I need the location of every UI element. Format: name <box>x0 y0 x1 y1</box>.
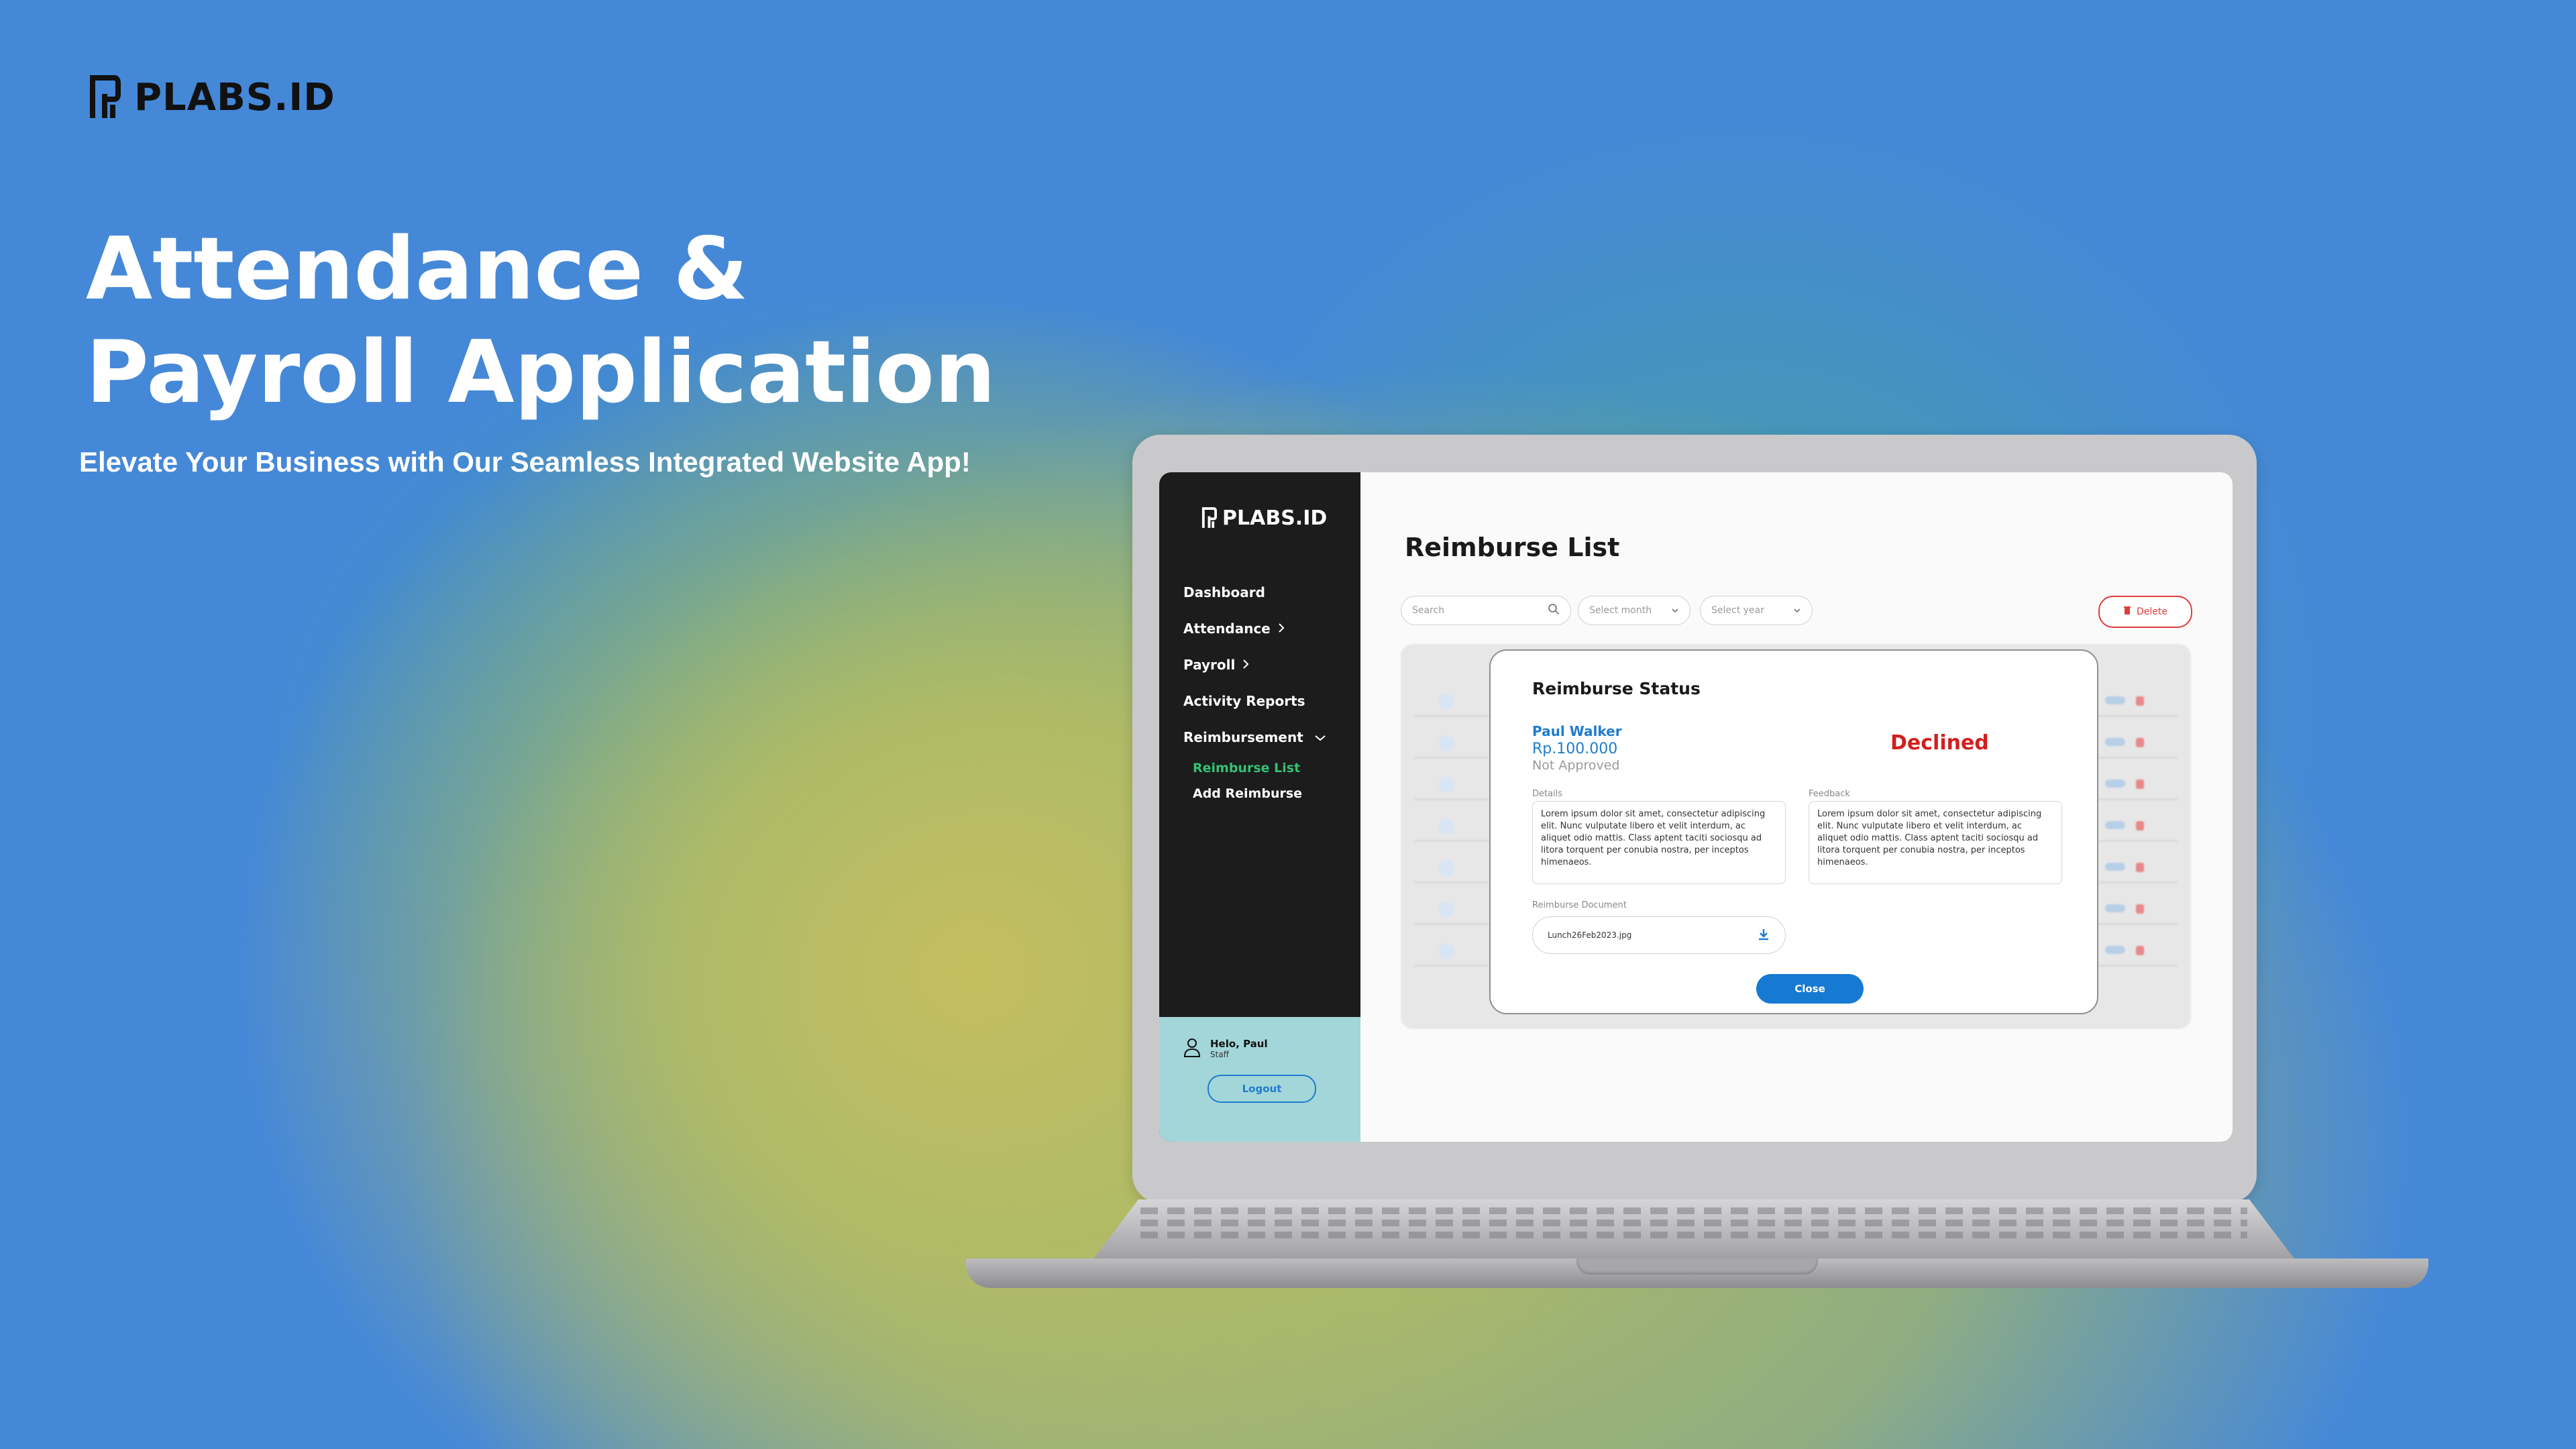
sidebar-item-label: Reimbursement <box>1183 729 1303 745</box>
keyboard-row <box>1140 1208 2247 1214</box>
approval-status: Not Approved <box>1532 758 1620 773</box>
modal-title: Reimburse Status <box>1532 679 1701 698</box>
download-icon[interactable] <box>1757 928 1770 943</box>
chevron-down-icon <box>1671 605 1679 616</box>
feedback-textarea[interactable]: Lorem ipsum dolor sit amet, consectetur … <box>1809 801 2062 884</box>
document-filename: Lunch26Feb2023.jpg <box>1548 930 1632 940</box>
sidebar-item-dashboard[interactable]: Dashboard <box>1183 574 1326 610</box>
user-icon <box>1183 1037 1201 1060</box>
sidebar-subitem-add-reimburse[interactable]: Add Reimburse <box>1183 781 1326 806</box>
search-placeholder: Search <box>1412 605 1445 616</box>
sidebar-subitem-reimburse-list[interactable]: Reimburse List <box>1183 755 1326 781</box>
delete-button[interactable]: Delete <box>2098 596 2192 628</box>
trash-icon <box>2136 904 2144 914</box>
trash-icon <box>2136 946 2144 955</box>
month-placeholder: Select month <box>1589 605 1652 616</box>
chevron-down-icon <box>1314 729 1326 745</box>
row-checkbox <box>1438 860 1454 876</box>
row-link <box>2105 821 2125 829</box>
sidebar-item-label: Activity Reports <box>1183 693 1305 709</box>
close-button[interactable]: Close <box>1756 974 1864 1004</box>
row-checkbox <box>1438 818 1454 835</box>
sidebar-item-label: Payroll <box>1183 657 1236 673</box>
hero-title-line-2: Payroll Application <box>86 323 996 423</box>
feedback-label: Feedback <box>1809 789 1850 799</box>
document-label: Reimburse Document <box>1532 900 1627 910</box>
trash-icon <box>2136 863 2144 872</box>
hero-title: Attendance & Payroll Application <box>86 218 1159 425</box>
row-link <box>2105 780 2125 788</box>
row-link <box>2105 946 2125 954</box>
user-info: Helo, Paul Staff <box>1183 1037 1268 1060</box>
reimburse-status-modal: Reimburse Status Paul Walker Rp.100.000 … <box>1489 649 2098 1014</box>
app-screen: PLABS.ID Dashboard Attendance Payroll Ac… <box>1159 472 2233 1142</box>
chevron-right-icon <box>1242 657 1250 673</box>
hero-subtitle: Elevate Your Business with Our Seamless … <box>79 446 971 478</box>
row-checkbox <box>1438 943 1454 959</box>
row-link <box>2105 696 2125 704</box>
row-checkbox <box>1438 777 1454 793</box>
search-input[interactable]: Search <box>1401 596 1571 625</box>
plabs-logo-icon <box>1201 507 1217 528</box>
page-title: Reimburse List <box>1405 533 1620 562</box>
sidebar-item-reimbursement[interactable]: Reimbursement <box>1183 719 1326 755</box>
row-link <box>2105 738 2125 746</box>
chevron-down-icon <box>1793 605 1801 616</box>
laptop-notch <box>1576 1258 1818 1275</box>
row-link <box>2105 863 2125 871</box>
status-badge: Declined <box>1890 731 1989 755</box>
year-select[interactable]: Select year <box>1700 596 1813 625</box>
chevron-right-icon <box>1277 621 1285 637</box>
sidebar-item-payroll[interactable]: Payroll <box>1183 647 1326 683</box>
details-textarea[interactable]: Lorem ipsum dolor sit amet, consectetur … <box>1532 801 1786 884</box>
brand-header: PLABS.ID <box>87 74 335 121</box>
user-greeting: Helo, Paul <box>1210 1038 1268 1050</box>
sidebar-item-label: Attendance <box>1183 621 1271 637</box>
reimburse-amount: Rp.100.000 <box>1532 741 1618 757</box>
details-label: Details <box>1532 789 1563 799</box>
employee-name: Paul Walker <box>1532 723 1622 739</box>
trash-icon <box>2136 696 2144 706</box>
sidebar-item-label: Dashboard <box>1183 584 1265 600</box>
row-checkbox <box>1438 694 1454 710</box>
row-checkbox <box>1438 902 1454 918</box>
keyboard-row <box>1140 1232 2247 1238</box>
sidebar: PLABS.ID Dashboard Attendance Payroll Ac… <box>1159 472 1360 1142</box>
row-link <box>2105 904 2125 912</box>
brand-name: PLABS.ID <box>134 75 335 119</box>
plabs-logo-icon <box>87 74 121 121</box>
sidebar-nav: Dashboard Attendance Payroll Activity Re… <box>1183 574 1326 806</box>
delete-label: Delete <box>2137 606 2167 617</box>
user-role: Staff <box>1210 1050 1229 1059</box>
sidebar-brand: PLABS.ID <box>1201 506 1327 530</box>
document-field[interactable]: Lunch26Feb2023.jpg <box>1532 916 1786 954</box>
sidebar-item-activity-reports[interactable]: Activity Reports <box>1183 683 1326 719</box>
row-checkbox <box>1438 735 1454 751</box>
sidebar-item-attendance[interactable]: Attendance <box>1183 610 1326 647</box>
hero-title-line-1: Attendance & <box>86 219 749 319</box>
user-panel: Helo, Paul Staff Logout <box>1159 1017 1360 1142</box>
trash-icon <box>2123 606 2131 618</box>
keyboard-row <box>1140 1220 2247 1226</box>
sidebar-brand-name: PLABS.ID <box>1222 506 1328 530</box>
logout-button[interactable]: Logout <box>1208 1075 1316 1103</box>
trash-icon <box>2136 738 2144 747</box>
year-placeholder: Select year <box>1711 605 1764 616</box>
month-select[interactable]: Select month <box>1578 596 1690 625</box>
search-icon <box>1548 603 1560 618</box>
trash-icon <box>2136 780 2144 789</box>
trash-icon <box>2136 821 2144 830</box>
